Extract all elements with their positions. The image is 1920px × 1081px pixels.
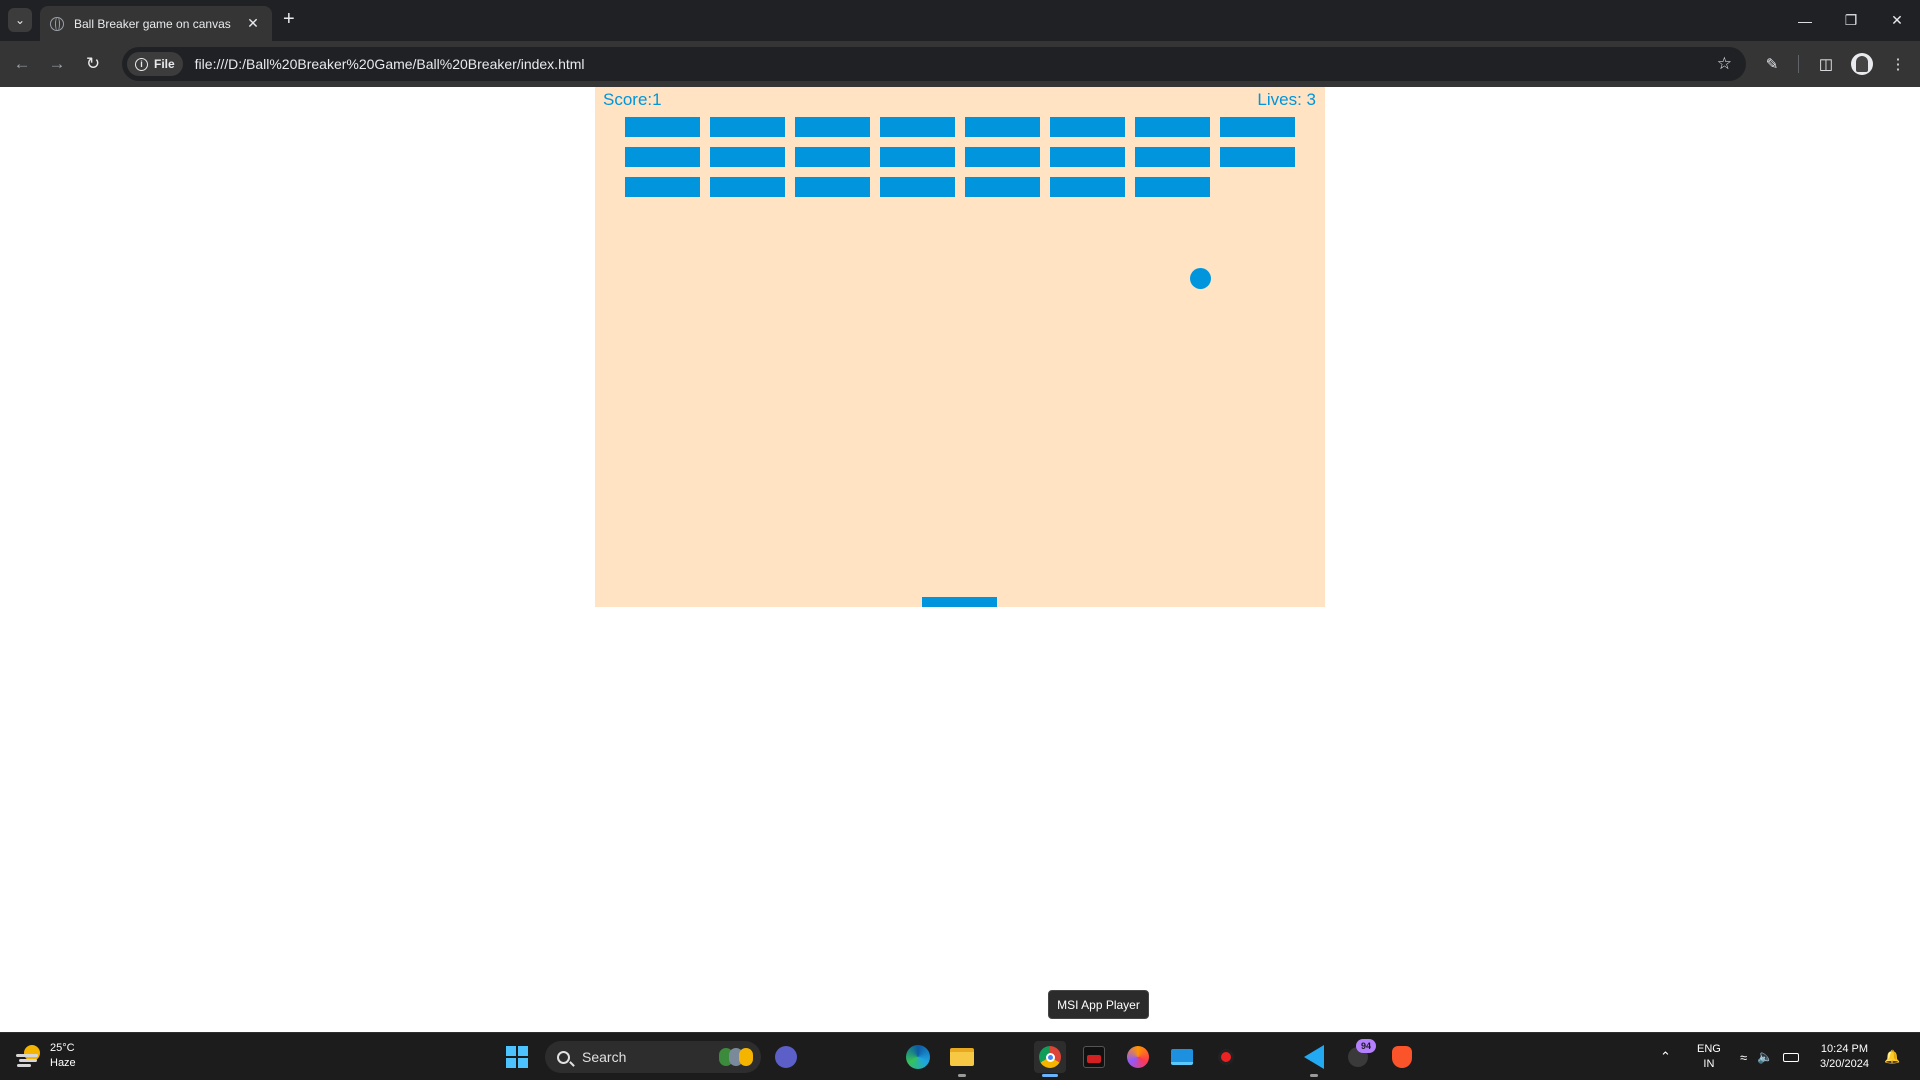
search-icon xyxy=(557,1050,570,1064)
close-tab-icon[interactable]: ✕ xyxy=(244,15,262,32)
page-viewport: Score:1 Lives: 3 xyxy=(0,87,1920,1032)
region-code: IN xyxy=(1703,1058,1715,1070)
game-canvas[interactable]: Score:1 Lives: 3 xyxy=(595,87,1325,607)
chevron-down-icon: ⌄ xyxy=(14,13,26,27)
tab-title: Ball Breaker game on canvas xyxy=(74,16,231,31)
file-explorer-icon[interactable] xyxy=(946,1041,978,1077)
info-icon: i xyxy=(135,57,148,71)
new-tab-button[interactable]: + xyxy=(283,9,295,29)
chevron-up-icon: ⌃ xyxy=(1660,1049,1671,1064)
msi-app-player-icon[interactable] xyxy=(1078,1041,1110,1073)
system-tray-status[interactable]: ≈ 🔈 xyxy=(1740,1033,1800,1081)
brick xyxy=(965,147,1040,167)
show-hidden-icons[interactable]: ⌃ xyxy=(1660,1033,1671,1081)
brick xyxy=(795,147,870,167)
clock-date: 3/20/2024 xyxy=(1820,1058,1869,1070)
remote-desktop-icon[interactable] xyxy=(1166,1041,1198,1073)
globe-icon xyxy=(50,16,64,31)
wifi-icon: ≈ xyxy=(1740,1049,1748,1065)
side-panel-icon[interactable]: ◫ xyxy=(1814,52,1838,76)
taskbar-search-placeholder: Search xyxy=(582,1049,627,1065)
ball xyxy=(1190,268,1211,289)
brick xyxy=(625,117,700,137)
address-bar[interactable]: i File file:///D:/Ball%20Breaker%20Game/… xyxy=(122,47,1746,81)
brick xyxy=(710,147,785,167)
lives-label: Lives: 3 xyxy=(1257,90,1316,109)
bookmark-star-icon[interactable]: ☆ xyxy=(1717,54,1732,74)
brick xyxy=(1050,177,1125,197)
browser-tab[interactable]: Ball Breaker game on canvas ✕ xyxy=(40,6,272,41)
brick xyxy=(795,177,870,197)
taskbar-tooltip: MSI App Player xyxy=(1048,990,1149,1019)
paddle[interactable] xyxy=(922,597,997,607)
brick xyxy=(1135,177,1210,197)
battery-icon xyxy=(1783,1052,1800,1062)
haze-weather-icon xyxy=(16,1045,42,1067)
brick xyxy=(1050,117,1125,137)
clock-time: 10:24 PM xyxy=(1820,1043,1869,1055)
meet-icon[interactable] xyxy=(770,1041,802,1073)
browser-tab-strip: ⌄ Ball Breaker game on canvas ✕ + — ❐ ✕ xyxy=(0,0,1920,41)
weather-widget[interactable]: 25°C Haze xyxy=(16,1041,76,1071)
brick xyxy=(880,117,955,137)
brick xyxy=(1135,117,1210,137)
window-controls: — ❐ ✕ xyxy=(1782,0,1920,41)
brick xyxy=(795,117,870,137)
site-chip-label: File xyxy=(154,57,175,71)
taskbar: 25°C Haze Search ⌃ ENG IN ≈ 🔈 10:24 PM 3… xyxy=(0,1032,1920,1080)
brick xyxy=(710,117,785,137)
url-text[interactable]: file:///D:/Ball%20Breaker%20Game/Ball%20… xyxy=(195,56,1717,72)
media-app-icon[interactable] xyxy=(1210,1041,1242,1073)
brick xyxy=(965,177,1040,197)
brick xyxy=(1220,147,1295,167)
brick xyxy=(1220,117,1295,137)
back-arrow-icon[interactable]: ← xyxy=(10,52,34,76)
brave-icon[interactable] xyxy=(1386,1041,1418,1073)
score-label: Score:1 xyxy=(603,90,662,109)
brick xyxy=(965,117,1040,137)
kebab-menu-icon[interactable]: ⋮ xyxy=(1886,52,1910,76)
brick xyxy=(1135,147,1210,167)
brick xyxy=(880,147,955,167)
brick xyxy=(1050,147,1125,167)
weather-description: Haze xyxy=(50,1057,76,1069)
notification-badge: 94 xyxy=(1356,1039,1376,1053)
volume-icon: 🔈 xyxy=(1757,1049,1774,1064)
restore-button[interactable]: ❐ xyxy=(1828,0,1874,41)
close-window-button[interactable]: ✕ xyxy=(1874,0,1920,41)
brick xyxy=(625,177,700,197)
clock[interactable]: 10:24 PM 3/20/2024 xyxy=(1820,1033,1869,1081)
edge-icon[interactable] xyxy=(902,1041,934,1073)
start-button[interactable] xyxy=(501,1041,533,1073)
brick xyxy=(880,177,955,197)
site-info-chip[interactable]: i File xyxy=(127,52,183,76)
vscode-icon[interactable] xyxy=(1298,1041,1330,1077)
chrome-icon[interactable] xyxy=(1034,1041,1066,1077)
brick xyxy=(625,147,700,167)
minimize-button[interactable]: — xyxy=(1782,0,1828,41)
language-code: ENG xyxy=(1697,1043,1721,1055)
forward-arrow-icon[interactable]: → xyxy=(45,52,69,76)
language-indicator[interactable]: ENG IN xyxy=(1697,1033,1721,1081)
tab-search-button[interactable]: ⌄ xyxy=(8,8,32,32)
active-indicator xyxy=(1042,1074,1058,1077)
running-indicator xyxy=(1310,1074,1318,1077)
profile-avatar[interactable] xyxy=(1850,52,1874,76)
weather-temperature: 25°C xyxy=(50,1042,75,1054)
notification-bell-icon[interactable]: 🔔 xyxy=(1884,1033,1900,1081)
firefox-icon[interactable] xyxy=(1122,1041,1154,1073)
windows-logo-icon xyxy=(506,1046,528,1068)
extensions-icon[interactable]: ✎ xyxy=(1760,52,1784,76)
toolbar-divider xyxy=(1798,55,1799,73)
running-indicator xyxy=(958,1074,966,1077)
search-highlight-icon xyxy=(719,1048,753,1066)
reload-icon[interactable]: ↻ xyxy=(81,52,105,76)
brick xyxy=(710,177,785,197)
avatar xyxy=(1851,53,1873,75)
browser-toolbar: ← → ↻ i File file:///D:/Ball%20Breaker%2… xyxy=(0,41,1920,87)
taskbar-search-box[interactable]: Search xyxy=(545,1041,761,1073)
